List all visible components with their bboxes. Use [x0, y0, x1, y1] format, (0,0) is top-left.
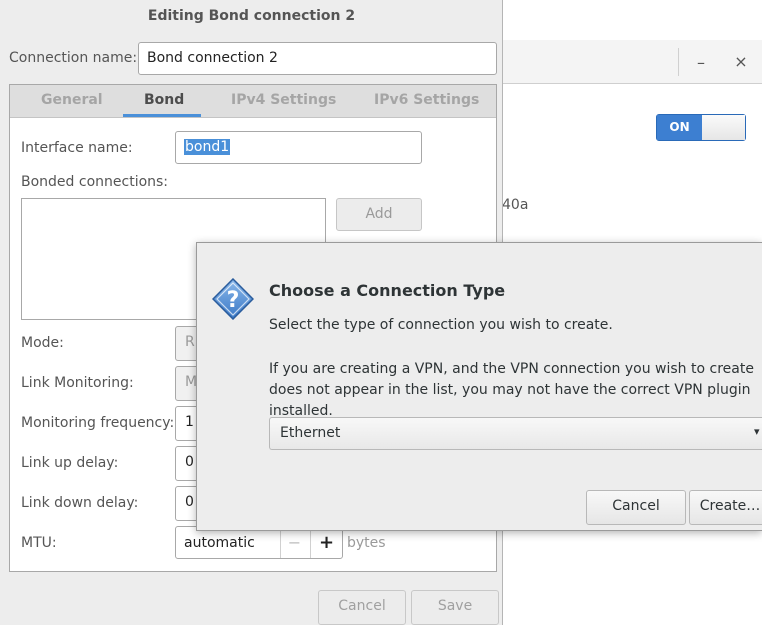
titlebar-separator — [678, 48, 679, 76]
link-down-delay-label: Link down delay: — [21, 495, 139, 511]
connection-type-combobox[interactable]: Ethernet — [269, 417, 762, 450]
tab-ipv4-settings[interactable]: IPv4 Settings — [231, 92, 336, 108]
tab-ipv6-settings[interactable]: IPv6 Settings — [374, 92, 479, 108]
link-monitoring-label: Link Monitoring: — [21, 375, 134, 391]
switch-knob[interactable] — [702, 115, 745, 140]
save-button[interactable]: Save — [411, 590, 499, 625]
mtu-decrement-button[interactable]: − — [280, 527, 308, 558]
mode-label: Mode: — [21, 335, 64, 351]
interface-name-input[interactable]: bond1 — [175, 131, 422, 164]
link-up-delay-label: Link up delay: — [21, 455, 119, 471]
dialog-title: Editing Bond connection 2 — [147, 8, 356, 24]
background-text-fragment: 40a — [502, 197, 529, 213]
create-button[interactable]: Create… — [689, 490, 762, 525]
mtu-value[interactable]: automatic — [184, 535, 255, 551]
monitoring-frequency-label: Monitoring frequency: — [21, 415, 175, 431]
add-button[interactable]: Add — [336, 198, 422, 231]
choose-cancel-button[interactable]: Cancel — [586, 490, 686, 525]
tab-bond[interactable]: Bond — [144, 92, 184, 108]
cancel-button[interactable]: Cancel — [318, 590, 406, 625]
mtu-label: MTU: — [21, 535, 57, 551]
tab-general[interactable]: General — [41, 92, 103, 108]
switch-on-label: ON — [657, 115, 702, 140]
question-icon: ? — [212, 278, 254, 320]
bonded-connections-label: Bonded connections: — [21, 174, 169, 190]
connection-name-label: Connection name: — [9, 50, 138, 66]
mtu-unit-label: bytes — [347, 535, 386, 551]
chevron-down-icon[interactable]: ▾ — [754, 425, 760, 438]
choose-dialog-description: Select the type of connection you wish t… — [269, 317, 613, 333]
vpn-note: If you are creating a VPN, and the VPN c… — [269, 361, 754, 419]
active-tab-indicator — [123, 114, 201, 117]
close-icon[interactable]: × — [730, 52, 752, 72]
mtu-increment-button[interactable]: + — [310, 527, 342, 558]
interface-name-value: bond1 — [184, 139, 231, 155]
connection-name-input[interactable]: Bond connection 2 — [138, 42, 497, 75]
svg-text:?: ? — [227, 288, 240, 313]
interface-name-label: Interface name: — [21, 140, 133, 156]
minimize-icon[interactable]: – — [690, 54, 712, 72]
choose-dialog-title: Choose a Connection Type — [269, 281, 506, 300]
